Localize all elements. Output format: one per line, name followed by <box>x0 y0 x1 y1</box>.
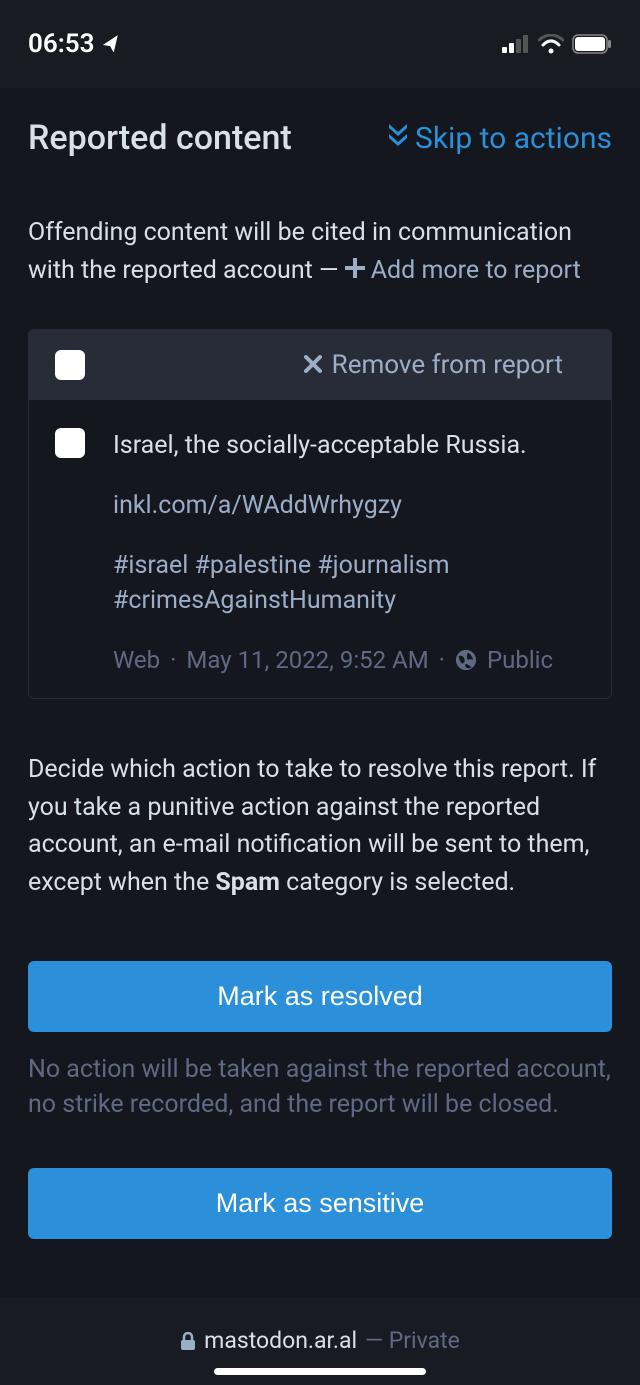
home-indicator[interactable] <box>214 1368 426 1375</box>
page-title: Reported content <box>28 118 292 158</box>
remove-from-report-link[interactable]: Remove from report <box>304 350 563 380</box>
meta-source: Web <box>113 646 160 674</box>
post-tags: #israel #palestine #journalism #crimesAg… <box>113 548 585 618</box>
signal-icon <box>502 35 530 53</box>
report-item-header: Remove from report <box>29 330 611 400</box>
remove-label: Remove from report <box>332 350 563 380</box>
location-icon <box>103 29 123 59</box>
select-all-checkbox[interactable] <box>55 350 85 380</box>
post-text: Israel, the socially-acceptable Russia. <box>113 428 585 463</box>
skip-label: Skip to actions <box>415 121 612 156</box>
post-link[interactable]: inkl.com/a/WAddWrhygzy <box>113 491 585 520</box>
globe-icon <box>455 649 477 671</box>
chevron-down-double-icon <box>387 121 409 156</box>
meta-date: May 11, 2022, 9:52 AM <box>186 646 428 674</box>
meta-separator-2: · <box>439 646 445 674</box>
mark-sensitive-button[interactable]: Mark as sensitive <box>28 1168 612 1239</box>
lock-icon <box>180 1332 196 1350</box>
skip-to-actions-link[interactable]: Skip to actions <box>387 121 612 156</box>
close-icon <box>304 350 322 380</box>
url-bar[interactable]: mastodon.ar.al — Private <box>0 1327 640 1354</box>
actions-intro-suffix: category is selected. <box>280 868 515 897</box>
report-item-body: Israel, the socially-acceptable Russia. … <box>29 400 611 698</box>
battery-icon <box>572 34 612 54</box>
time-label: 06:53 <box>28 29 95 59</box>
add-more-label: Add more to report <box>371 252 581 290</box>
main-content: Reported content Skip to actions Offendi… <box>0 88 640 1298</box>
item-checkbox[interactable] <box>55 428 85 458</box>
mark-resolved-button[interactable]: Mark as resolved <box>28 961 612 1032</box>
status-bar: 06:53 <box>0 0 640 88</box>
meta-visibility: Public <box>487 646 553 674</box>
actions-intro-bold: Spam <box>215 868 280 897</box>
meta-separator-1: · <box>170 646 176 674</box>
report-item-box: Remove from report Israel, the socially-… <box>28 329 612 699</box>
post-meta: Web · May 11, 2022, 9:52 AM · Public <box>113 646 585 674</box>
mark-resolved-desc: No action will be taken against the repo… <box>28 1052 612 1122</box>
status-icons <box>502 34 612 54</box>
add-more-link[interactable]: Add more to report <box>345 252 581 290</box>
header-row: Reported content Skip to actions <box>28 118 612 158</box>
post-content: Israel, the socially-acceptable Russia. … <box>113 428 585 674</box>
url-domain: mastodon.ar.al <box>204 1327 357 1354</box>
wifi-icon <box>538 34 564 54</box>
actions-intro: Decide which action to take to resolve t… <box>28 751 612 901</box>
plus-icon <box>345 252 365 290</box>
browser-bottom-bar: mastodon.ar.al — Private <box>0 1311 640 1385</box>
intro-text: Offending content will be cited in commu… <box>28 214 612 289</box>
url-mode: — Private <box>365 1327 460 1354</box>
status-time: 06:53 <box>28 29 123 59</box>
